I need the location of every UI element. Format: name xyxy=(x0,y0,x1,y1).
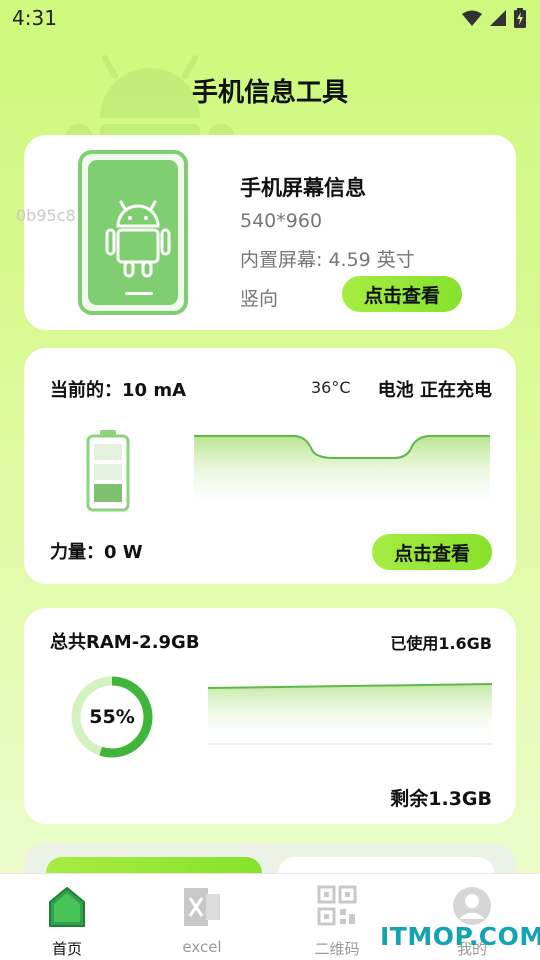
app-title: 手机信息工具 xyxy=(191,78,348,108)
watermark-text: ITMOP.COM xyxy=(380,922,540,951)
ram-percent: 55% xyxy=(89,706,135,728)
wifi-icon xyxy=(462,10,482,26)
battery-card: 当前的：10 mA 36°C 电池 正在充电 力量：0 W 点击查看 xyxy=(24,348,516,584)
overlay-id-text: 0b95c8 xyxy=(16,206,76,225)
nav-item-qrcode[interactable]: 二维码 xyxy=(287,882,387,958)
ram-used: 已使用1.6GB xyxy=(390,634,492,653)
status-time: 4:31 xyxy=(12,6,57,30)
battery-view-button[interactable]: 点击查看 xyxy=(372,534,492,570)
status-icons xyxy=(462,8,526,28)
nav-label-home: 首页 xyxy=(51,940,82,958)
battery-charging-icon xyxy=(514,8,526,28)
battery-level-icon xyxy=(86,430,130,512)
battery-status: 电池 正在充电 xyxy=(377,380,492,401)
battery-temperature: 36°C xyxy=(311,378,351,397)
status-bar: 4:31 xyxy=(0,0,540,38)
android-icon xyxy=(105,200,171,278)
screen-size: 内置屏幕: 4.59 英寸 xyxy=(240,249,415,271)
phone-illustration xyxy=(78,150,188,315)
qrcode-icon xyxy=(317,885,357,926)
home-icon xyxy=(49,887,85,927)
excel-icon xyxy=(184,888,220,926)
ram-total: 总共RAM-2.9GB xyxy=(50,632,200,653)
ram-card: 总共RAM-2.9GB 已使用1.6GB 55% 剩余1.3GB xyxy=(24,608,516,824)
screen-resolution: 540*960 xyxy=(240,210,323,232)
ram-remaining: 剩余1.3GB xyxy=(390,788,492,810)
nav-item-excel[interactable]: excel xyxy=(152,882,252,957)
battery-wave-graph xyxy=(194,435,490,512)
screen-orientation: 竖向 xyxy=(240,288,279,310)
nav-label-qrcode: 二维码 xyxy=(314,940,360,958)
battery-current: 当前的：10 mA xyxy=(50,380,187,401)
battery-power: 力量：0 W xyxy=(50,542,143,563)
screen-card-title: 手机屏幕信息 xyxy=(240,176,366,200)
screen-view-button[interactable]: 点击查看 xyxy=(342,276,462,312)
nav-label-excel: excel xyxy=(182,938,222,956)
screen-info-card: 手机屏幕信息 540*960 内置屏幕: 4.59 英寸 竖向 点击查看 xyxy=(24,135,516,330)
ram-wave-graph xyxy=(208,683,492,745)
signal-icon xyxy=(490,10,506,26)
nav-item-home[interactable]: 首页 xyxy=(17,882,117,958)
